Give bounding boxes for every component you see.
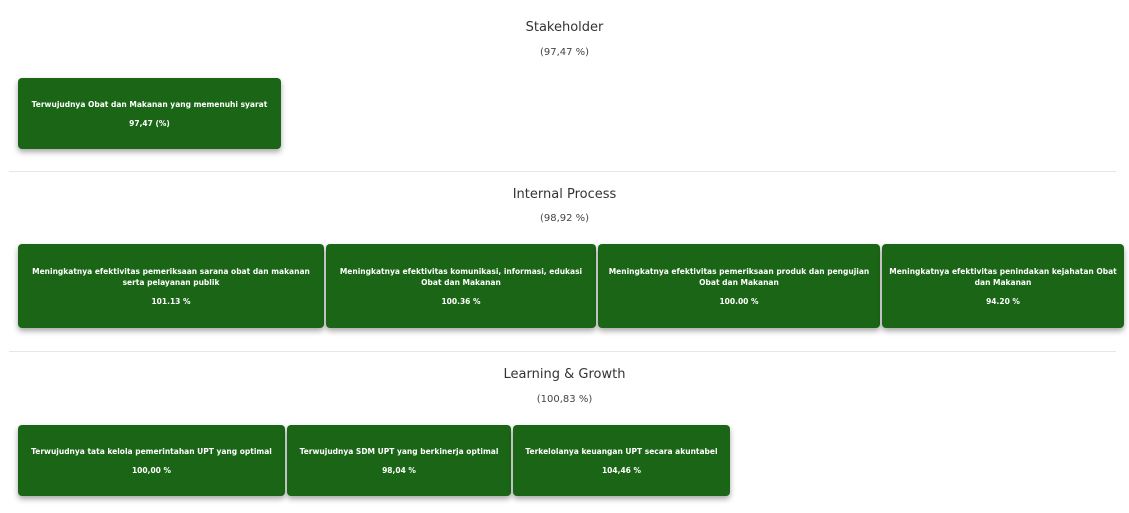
- objective-value: 100,00 %: [131, 465, 172, 475]
- objective-value: 104,46 %: [601, 465, 642, 475]
- objective-label: Terwujudnya tata kelola pemerintahan UPT…: [31, 446, 272, 456]
- section-score: (100,83 %): [536, 394, 593, 405]
- objective-value: 98,04 %: [382, 465, 416, 475]
- objective-label: Terkelolanya keuangan UPT secara akuntab…: [525, 446, 718, 456]
- objective-card[interactable]: Terwujudnya SDM UPT yang berkinerja opti…: [287, 425, 511, 496]
- section-learning-growth: Learning & Growth (100,83 %) Terwujudnya…: [0, 0, 1129, 513]
- objective-card[interactable]: Terkelolanya keuangan UPT secara akuntab…: [513, 425, 730, 496]
- section-title: Learning & Growth: [503, 367, 626, 382]
- objective-card[interactable]: Terwujudnya tata kelola pemerintahan UPT…: [18, 425, 285, 496]
- objective-label: Terwujudnya SDM UPT yang berkinerja opti…: [299, 446, 499, 456]
